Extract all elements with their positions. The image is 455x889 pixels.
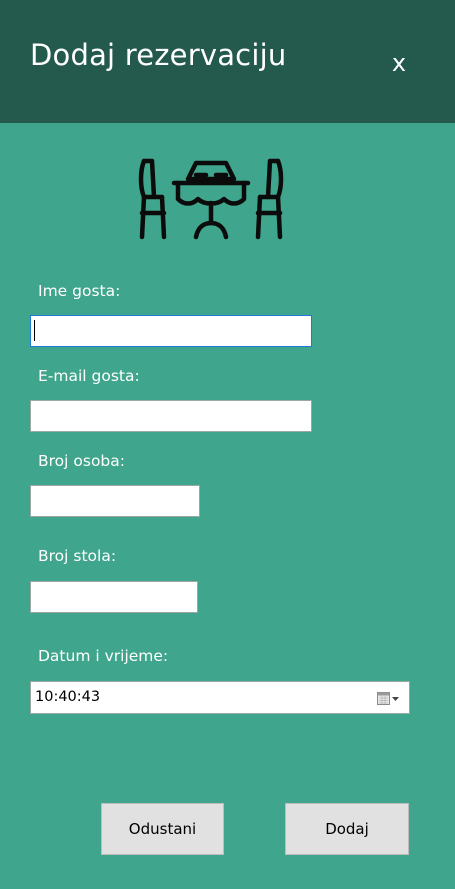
table-number-label: Broj stola: bbox=[38, 547, 117, 565]
dining-table-icon bbox=[138, 157, 284, 243]
table-number-input[interactable] bbox=[30, 581, 198, 613]
cancel-button[interactable]: Odustani bbox=[101, 803, 224, 855]
datetime-label: Datum i vrijeme: bbox=[38, 647, 169, 665]
guest-name-input[interactable] bbox=[30, 315, 312, 347]
datetime-value: 10:40:43 bbox=[35, 689, 101, 705]
guest-name-label: Ime gosta: bbox=[38, 282, 121, 300]
persons-input[interactable] bbox=[30, 485, 200, 517]
title-bar: Dodaj rezervaciju x bbox=[0, 0, 455, 123]
add-button[interactable]: Dodaj bbox=[285, 803, 409, 855]
guest-email-input[interactable] bbox=[30, 400, 312, 432]
datetime-picker[interactable]: 10:40:43 bbox=[30, 681, 410, 714]
text-cursor bbox=[34, 320, 35, 341]
calendar-dropdown-icon[interactable] bbox=[377, 691, 401, 705]
persons-label: Broj osoba: bbox=[38, 452, 125, 470]
guest-email-label: E-mail gosta: bbox=[38, 367, 140, 385]
window-title: Dodaj rezervaciju bbox=[30, 38, 287, 72]
close-button[interactable]: x bbox=[386, 48, 412, 78]
